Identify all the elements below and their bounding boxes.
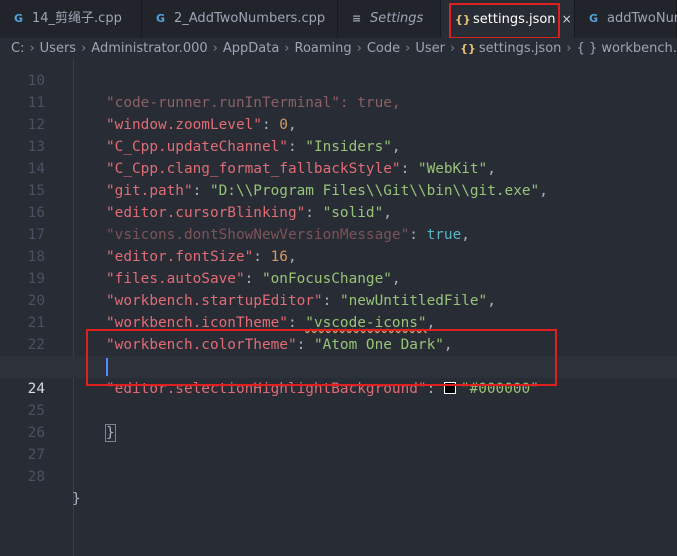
code-line[interactable]: 15 "editor.cursorBlinking": "solid", xyxy=(0,158,677,221)
closing-brace: } xyxy=(72,491,81,507)
code-line[interactable]: 14 "git.path": "D:\\Program Files\\Git\\… xyxy=(0,136,677,199)
code-line[interactable]: 27 xyxy=(0,422,677,463)
settings-list-icon: ≡ xyxy=(352,12,362,25)
breadcrumb-item[interactable]: AppData xyxy=(223,41,279,56)
editor-tab-bar: G 14_剪绳子.cpp G 2_AddTwoNumbers.cpp ≡ Settin… xyxy=(0,0,677,38)
cpp-file-icon: G xyxy=(14,12,24,25)
code-line[interactable]: 11 "window.zoomLevel": 0, xyxy=(0,70,677,133)
tab-settings-json[interactable]: {} settings.json × xyxy=(441,0,575,38)
chevron-right-icon: › xyxy=(81,41,87,56)
cpp-file-icon: G xyxy=(156,12,166,25)
breadcrumb-file[interactable]: settings.json xyxy=(479,41,562,56)
tab-label: addTwoNum xyxy=(607,11,677,26)
tab-label: settings.json xyxy=(473,12,556,27)
tab-14-cpp[interactable]: G 14_剪绳子.cpp xyxy=(0,0,142,38)
code-line[interactable]: 17 "editor.fontSize": 16, xyxy=(0,202,677,265)
chevron-right-icon: › xyxy=(405,41,411,56)
json-file-icon: {} xyxy=(460,42,476,55)
code-line[interactable]: 28 } xyxy=(0,444,677,507)
code-line[interactable]: 18 "files.autoSave": "onFocusChange", xyxy=(0,224,677,287)
chevron-right-icon: › xyxy=(566,41,572,56)
code-line[interactable]: 22 "workbench.colorCustomizations": { xyxy=(0,312,677,376)
code-line[interactable]: 25 xyxy=(0,378,677,419)
breadcrumb-item[interactable]: Users xyxy=(40,41,76,56)
tab-addtwonum[interactable]: GaddTwoNum xyxy=(575,0,677,38)
chevron-right-icon: › xyxy=(284,41,290,56)
text-cursor xyxy=(106,358,108,376)
line-number: 28 xyxy=(27,469,45,485)
breadcrumb: C: › Users › Administrator.000 › AppData › Roami… xyxy=(0,38,677,59)
breadcrumb-item[interactable]: Roaming xyxy=(295,41,352,56)
code-line[interactable]: 10 "code-runner.runInTerminal": true, xyxy=(0,59,677,111)
code-line[interactable]: 26 xyxy=(0,400,677,441)
chevron-right-icon: › xyxy=(29,41,35,56)
code-editor[interactable]: 10 "code-runner.runInTerminal": true, 11… xyxy=(0,59,677,556)
chevron-right-icon: › xyxy=(356,41,362,56)
json-file-icon: {} xyxy=(455,13,471,26)
breadcrumb-symbol[interactable]: { } workbench.colorCust xyxy=(577,41,677,56)
tab-label: Settings xyxy=(370,11,424,26)
tab-label: 2_AddTwoNumbers.cpp xyxy=(174,11,326,26)
code-line[interactable]: 12 "C_Cpp.updateChannel": "Insiders", xyxy=(0,92,677,155)
code-line[interactable]: 23 "editor.selectionHighlightBackground"… xyxy=(0,334,677,397)
cpp-file-icon: G xyxy=(589,12,599,25)
chevron-right-icon: › xyxy=(212,41,218,56)
breadcrumb-item[interactable]: Administrator.000 xyxy=(91,41,207,56)
code-line[interactable]: 21 "workbench.colorTheme": "Atom One Dar… xyxy=(0,290,677,353)
tab-2-addtwonumbers-cpp[interactable]: G 2_AddTwoNumbers.cpp xyxy=(142,0,338,38)
close-icon[interactable]: × xyxy=(562,12,572,26)
chevron-right-icon: › xyxy=(449,41,456,56)
tab-settings[interactable]: ≡ Settings xyxy=(338,0,441,38)
code-line[interactable]: 13 "C_Cpp.clang_format_fallbackStyle": "… xyxy=(0,114,677,177)
breadcrumb-item[interactable]: Code xyxy=(367,41,400,56)
code-line[interactable]: 20 "workbench.iconTheme": "vscode-icons"… xyxy=(0,268,677,331)
code-line[interactable]: 19 "workbench.startupEditor": "newUntitl… xyxy=(0,246,677,309)
breadcrumb-item[interactable]: C: xyxy=(11,41,24,56)
code-line[interactable]: 16 "vsicons.dontShowNewVersionMessage": … xyxy=(0,180,677,243)
breadcrumb-item[interactable]: User xyxy=(415,41,445,56)
tab-label: 14_剪绳子.cpp xyxy=(32,11,122,26)
code-line-current[interactable]: 24 } xyxy=(0,356,677,442)
